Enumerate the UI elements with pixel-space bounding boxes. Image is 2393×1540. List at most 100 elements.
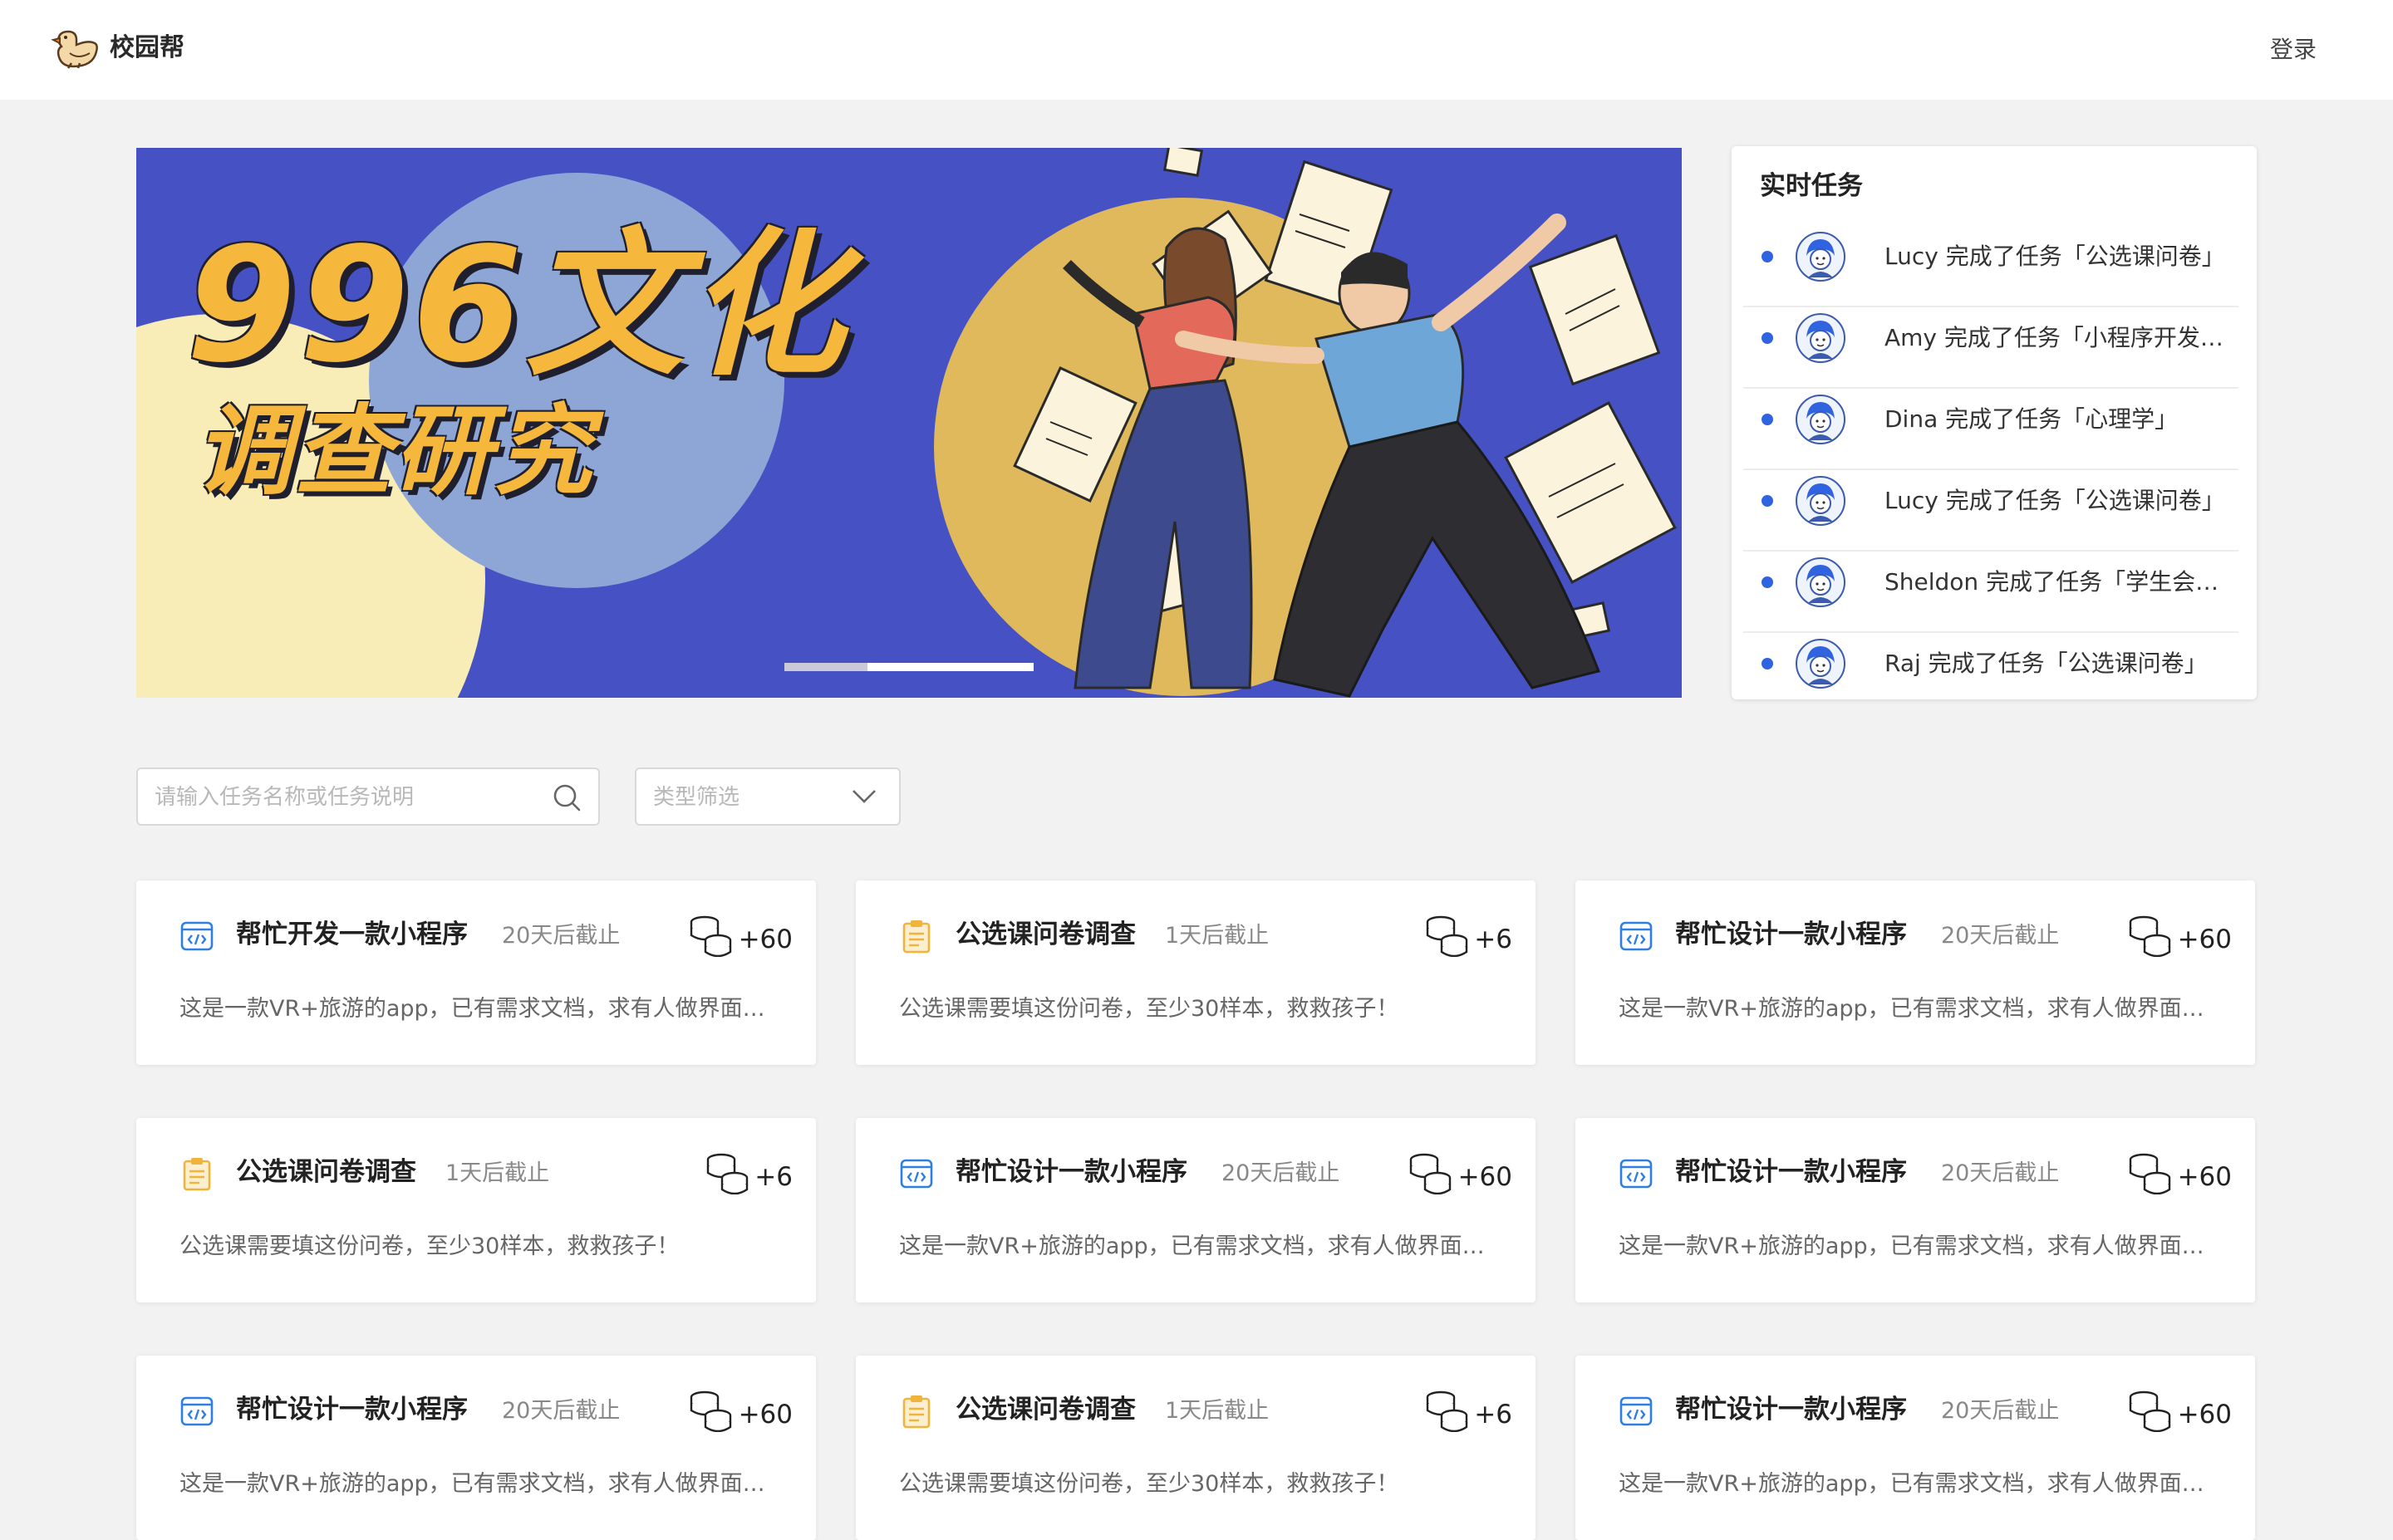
- girl-avatar-icon: [1795, 475, 1846, 527]
- task-card[interactable]: 帮忙设计一款小程序 20天后截止 +60 这是一款VR+旅游的app，已有需求文…: [136, 1356, 816, 1540]
- task-title: 帮忙设计一款小程序: [956, 1157, 1187, 1187]
- top-nav-bar: 校园帮 登录: [0, 0, 2393, 100]
- live-task-text: Sheldon 完成了任务「学生会…: [1884, 568, 2219, 596]
- coins-icon: [1424, 1390, 1469, 1433]
- clipboard-icon: [179, 1156, 214, 1191]
- task-reward: +60: [2177, 1162, 2232, 1192]
- search-icon[interactable]: [552, 782, 582, 812]
- live-task-text: Amy 完成了任务「小程序开发…: [1884, 324, 2223, 351]
- task-description: 这是一款VR+旅游的app，已有需求文档，求有人做界面…: [1619, 996, 2204, 1022]
- status-dot: [1762, 576, 1773, 588]
- live-task-item[interactable]: Raj 完成了任务「公选课问卷」: [1743, 633, 2238, 713]
- task-reward: +60: [2177, 1400, 2232, 1430]
- carousel-indicator: [784, 663, 1034, 673]
- task-title: 公选课问卷调查: [236, 1157, 416, 1187]
- task-description: 公选课需要填这份问卷，至少30样本，救救孩子！: [899, 1471, 1399, 1497]
- task-title: 公选课问卷调查: [956, 920, 1136, 949]
- live-task-item[interactable]: Dina 完成了任务「心理学」: [1743, 389, 2238, 470]
- task-card[interactable]: 公选课问卷调查 1天后截止 +6 公选课需要填这份问卷，至少30样本，救救孩子！: [856, 1356, 1536, 1540]
- task-title: 公选课问卷调查: [956, 1395, 1136, 1425]
- task-deadline: 20天后截止: [1941, 1398, 2060, 1424]
- code-window-icon: [1619, 919, 1653, 954]
- coins-icon: [705, 1153, 749, 1195]
- task-card[interactable]: 帮忙设计一款小程序 20天后截止 +60 这是一款VR+旅游的app，已有需求文…: [1575, 1356, 2255, 1540]
- task-deadline: 1天后截止: [1165, 1398, 1270, 1424]
- coins-icon: [1408, 1153, 1452, 1195]
- banner-subtitle: 调查研究: [194, 394, 594, 508]
- task-title: 帮忙设计一款小程序: [1675, 1157, 1907, 1187]
- live-task-item[interactable]: Sheldon 完成了任务「学生会…: [1743, 552, 2238, 633]
- banner-title: 996文化: [186, 213, 848, 397]
- app-name[interactable]: 校园帮: [110, 30, 184, 66]
- task-reward: +60: [738, 1400, 793, 1430]
- code-window-icon: [899, 1156, 934, 1191]
- status-dot: [1762, 658, 1773, 669]
- task-description: 这是一款VR+旅游的app，已有需求文档，求有人做界面…: [1619, 1233, 2204, 1259]
- live-task-item[interactable]: Amy 完成了任务「小程序开发…: [1743, 307, 2238, 389]
- promo-banner[interactable]: 996文化 调查研究: [136, 148, 1682, 698]
- carousel-dot-2-active[interactable]: [867, 663, 1034, 671]
- task-reward: +6: [754, 1162, 793, 1192]
- task-title: 帮忙设计一款小程序: [1675, 920, 1907, 949]
- task-description: 这是一款VR+旅游的app，已有需求文档，求有人做界面…: [1619, 1471, 2204, 1497]
- status-dot: [1762, 332, 1773, 344]
- coins-icon: [1424, 915, 1469, 958]
- task-deadline: 20天后截止: [1941, 923, 2060, 949]
- task-description: 公选课需要填这份问卷，至少30样本，救救孩子！: [179, 1233, 680, 1259]
- task-card[interactable]: 帮忙设计一款小程序 20天后截止 +60 这是一款VR+旅游的app，已有需求文…: [1575, 1118, 2255, 1302]
- status-dot: [1762, 495, 1773, 507]
- bunny-avatar-icon: [1795, 312, 1846, 364]
- task-description: 这是一款VR+旅游的app，已有需求文档，求有人做界面…: [899, 1233, 1485, 1259]
- task-grid: 帮忙开发一款小程序 20天后截止 +60 这是一款VR+旅游的app，已有需求文…: [136, 880, 2257, 1540]
- live-task-text: Raj 完成了任务「公选课问卷」: [1884, 650, 2208, 677]
- code-window-icon: [1619, 1394, 1653, 1429]
- coins-icon: [2127, 1153, 2172, 1195]
- code-window-icon: [179, 1394, 214, 1429]
- boy-avatar-icon: [1795, 557, 1846, 608]
- code-window-icon: [179, 919, 214, 954]
- task-deadline: 20天后截止: [502, 1398, 621, 1424]
- live-task-text: Lucy 完成了任务「公选课问卷」: [1884, 487, 2225, 514]
- live-tasks-panel: 实时任务 Lucy 完成了任务「公选课问卷」 Amy 完成了任务「小程序开发… …: [1732, 146, 2257, 699]
- login-link[interactable]: 登录: [2270, 32, 2317, 68]
- task-title: 帮忙设计一款小程序: [236, 1395, 468, 1425]
- search-box[interactable]: [136, 768, 600, 826]
- duck-logo-icon[interactable]: [50, 25, 100, 73]
- code-window-icon: [1619, 1156, 1653, 1191]
- task-card[interactable]: 公选课问卷调查 1天后截止 +6 公选课需要填这份问卷，至少30样本，救救孩子！: [136, 1118, 816, 1302]
- live-task-item[interactable]: Lucy 完成了任务「公选课问卷」: [1743, 226, 2238, 307]
- type-filter-select[interactable]: 类型筛选: [635, 768, 901, 826]
- carousel-dot-1[interactable]: [784, 663, 867, 671]
- task-description: 这是一款VR+旅游的app，已有需求文档，求有人做界面…: [179, 1471, 765, 1497]
- boy-avatar-icon: [1795, 638, 1846, 689]
- task-reward: +6: [1474, 1400, 1512, 1430]
- task-reward: +60: [2177, 924, 2232, 954]
- task-card[interactable]: 帮忙开发一款小程序 20天后截止 +60 这是一款VR+旅游的app，已有需求文…: [136, 880, 816, 1065]
- live-task-text: Lucy 完成了任务「公选课问卷」: [1884, 243, 2225, 270]
- status-dot: [1762, 251, 1773, 262]
- coins-icon: [2127, 1390, 2172, 1433]
- chevron-down-icon: [853, 790, 876, 803]
- status-dot: [1762, 414, 1773, 425]
- task-card[interactable]: 帮忙设计一款小程序 20天后截止 +60 这是一款VR+旅游的app，已有需求文…: [1575, 880, 2255, 1065]
- coins-icon: [688, 1390, 733, 1433]
- live-tasks-title: 实时任务: [1760, 171, 1863, 201]
- coins-icon: [688, 915, 733, 958]
- task-deadline: 1天后截止: [445, 1160, 550, 1186]
- task-card[interactable]: 帮忙设计一款小程序 20天后截止 +60 这是一款VR+旅游的app，已有需求文…: [856, 1118, 1536, 1302]
- search-input[interactable]: [153, 779, 538, 816]
- live-task-item[interactable]: Lucy 完成了任务「公选课问卷」: [1743, 470, 2238, 552]
- live-tasks-list: Lucy 完成了任务「公选课问卷」 Amy 完成了任务「小程序开发… Dina …: [1743, 226, 2238, 713]
- task-description: 公选课需要填这份问卷，至少30样本，救救孩子！: [899, 996, 1399, 1022]
- task-card[interactable]: 公选课问卷调查 1天后截止 +6 公选课需要填这份问卷，至少30样本，救救孩子！: [856, 880, 1536, 1065]
- clipboard-icon: [899, 1394, 934, 1429]
- task-title: 帮忙设计一款小程序: [1675, 1395, 1907, 1425]
- girl-avatar-icon: [1795, 231, 1846, 282]
- task-reward: +6: [1474, 924, 1512, 954]
- clipboard-icon: [899, 919, 934, 954]
- live-task-text: Dina 完成了任务「心理学」: [1884, 405, 2179, 433]
- task-deadline: 1天后截止: [1165, 923, 1270, 949]
- type-filter-placeholder: 类型筛选: [653, 785, 740, 810]
- task-description: 这是一款VR+旅游的app，已有需求文档，求有人做界面…: [179, 996, 765, 1022]
- task-reward: +60: [1457, 1162, 1512, 1192]
